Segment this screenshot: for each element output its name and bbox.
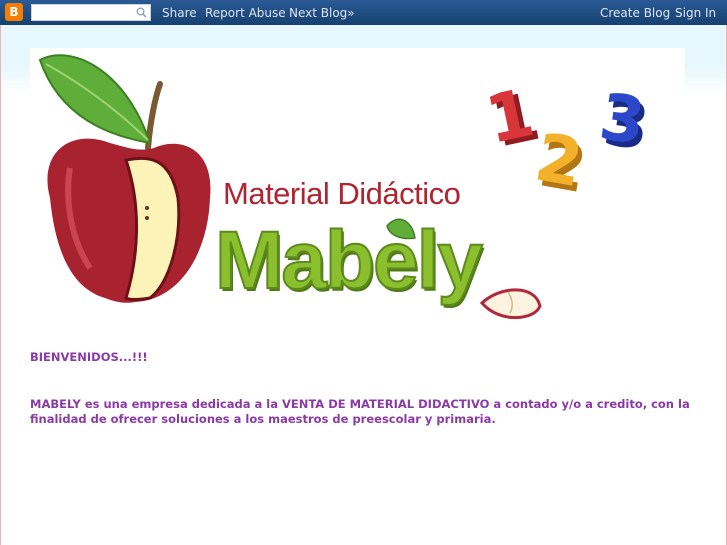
header-tagline: Material Didáctico bbox=[223, 176, 461, 211]
header-brand-name: Mabely bbox=[214, 215, 484, 306]
navbar-search-box bbox=[31, 4, 151, 21]
welcome-heading: BIENVENIDOS...!!! bbox=[30, 350, 148, 364]
report-abuse-link[interactable]: Report Abuse bbox=[205, 6, 286, 20]
search-icon[interactable] bbox=[136, 7, 147, 18]
navbar-search-input[interactable] bbox=[35, 7, 135, 20]
share-link[interactable]: Share bbox=[162, 6, 197, 20]
create-blog-link[interactable]: Create Blog bbox=[600, 6, 670, 20]
number-three-graphic: 3 bbox=[595, 80, 650, 160]
post-body-text: MABELY es una empresa dedicada a la VENT… bbox=[30, 397, 690, 426]
blogger-navbar: B Share Report Abuse Next Blog» Create B… bbox=[0, 0, 727, 25]
blogger-logo-icon[interactable]: B bbox=[5, 3, 23, 21]
next-blog-link[interactable]: Next Blog» bbox=[289, 6, 355, 20]
sign-in-link[interactable]: Sign In bbox=[675, 6, 716, 20]
post-content: BIENVENIDOS...!!! MABELY es una empresa … bbox=[30, 350, 700, 427]
blog-header-banner[interactable]: Material Didáctico Mabely 1 2 3 bbox=[30, 48, 685, 326]
